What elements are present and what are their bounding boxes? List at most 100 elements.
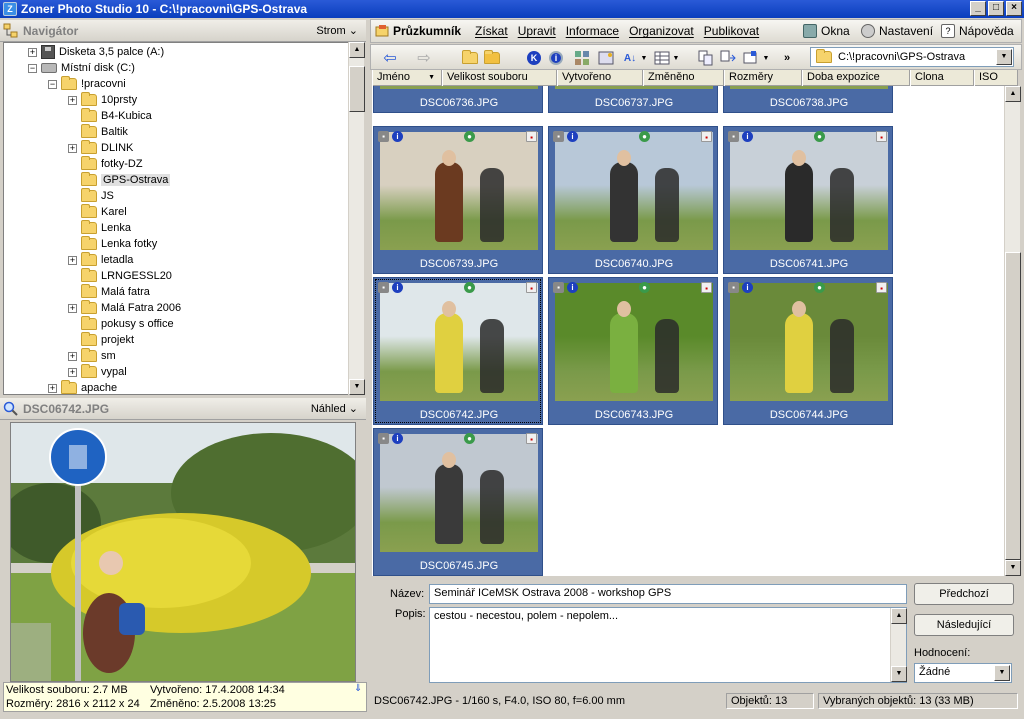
tree-scrollbar[interactable]: ▲ ▼: [348, 42, 365, 395]
scroll-thumb[interactable]: [349, 66, 365, 112]
collapse-icon[interactable]: −: [28, 63, 37, 73]
copy-to-icon[interactable]: [697, 49, 715, 67]
menu-edit[interactable]: Upravit: [518, 24, 556, 38]
thumbnail-scrollbar[interactable]: ▲ ▼: [1004, 86, 1021, 576]
tree-item[interactable]: Karel: [68, 204, 127, 220]
scroll-down-arrow-icon[interactable]: ▼: [1005, 560, 1021, 576]
menu-windows[interactable]: Okna: [803, 24, 850, 38]
toolbar-overflow-icon[interactable]: »: [781, 49, 793, 67]
tree-item[interactable]: projekt: [68, 332, 134, 348]
thumbnail-item[interactable]: ▪ i ● ▪ DSC06744.JPG: [723, 277, 893, 425]
tree-item[interactable]: + DLINK: [68, 140, 133, 156]
details-view-icon[interactable]: [597, 49, 615, 67]
menu-explorer[interactable]: Průzkumník: [375, 24, 461, 38]
rating-select[interactable]: Žádné ▼: [914, 663, 1012, 683]
description-field[interactable]: cestou - necestou, polem - nepolem... ▲ …: [429, 607, 907, 683]
column-iso[interactable]: ISO: [974, 70, 1018, 86]
tree-item[interactable]: + Disketa 3,5 palce (A:): [28, 44, 164, 60]
previous-button[interactable]: Předchozí: [914, 583, 1014, 605]
menu-help[interactable]: ? Nápověda: [941, 24, 1014, 38]
thumbnail-item[interactable]: ▪ i ● ▪ DSC06739.JPG: [373, 126, 543, 274]
tree-item[interactable]: +10prsty: [68, 92, 137, 108]
tree-item[interactable]: JS: [68, 188, 114, 204]
collapse-icon[interactable]: −: [48, 79, 57, 89]
column-name[interactable]: Jméno ▼: [372, 70, 442, 86]
tree-item[interactable]: + letadla: [68, 252, 133, 268]
description-scrollbar[interactable]: ▲ ▼: [890, 608, 907, 682]
navigator-mode-dropdown[interactable]: Strom ⌄: [316, 24, 358, 37]
tree-item[interactable]: Lenka: [68, 220, 131, 236]
forward-arrow-icon[interactable]: ⇨: [415, 49, 433, 67]
tree-item[interactable]: pokusy s office: [68, 316, 174, 332]
expand-info-icon[interactable]: ⇓: [354, 683, 362, 694]
next-button[interactable]: Následující: [914, 614, 1014, 636]
move-to-icon[interactable]: [719, 49, 737, 67]
menu-organize[interactable]: Organizovat: [629, 24, 694, 38]
scroll-up-arrow-icon[interactable]: ▲: [891, 608, 907, 624]
sort-dropdown-arrow-icon[interactable]: ▼: [639, 49, 649, 67]
maximize-button[interactable]: □: [988, 1, 1004, 16]
address-dropdown-arrow-icon[interactable]: ▼: [996, 49, 1012, 65]
menu-acquire[interactable]: Získat: [475, 24, 508, 38]
tree-item[interactable]: Lenka fotky: [68, 236, 157, 252]
sort-icon[interactable]: A↓: [621, 49, 639, 67]
scroll-thumb[interactable]: [1005, 252, 1021, 560]
tree-item[interactable]: Baltik: [68, 124, 128, 140]
column-file-size[interactable]: Velikost souboru: [442, 70, 557, 86]
thumbnail-grid[interactable]: ▪i●▪DSC06736.JPG▪i●▪DSC06737.JPG▪i●▪DSC0…: [372, 86, 1004, 576]
thumbnail-item[interactable]: ▪ i ● ▪ DSC06742.JPG: [373, 277, 543, 425]
tree-item[interactable]: fotky-DZ: [68, 156, 143, 172]
expand-icon[interactable]: +: [68, 303, 77, 313]
thumbnails-view-icon[interactable]: [573, 49, 591, 67]
column-aperture[interactable]: Clona: [910, 70, 974, 86]
expand-icon[interactable]: +: [68, 95, 77, 105]
chevron-down-icon[interactable]: ▼: [994, 665, 1010, 681]
menu-settings[interactable]: Nastavení: [861, 24, 933, 38]
batch-dropdown-arrow-icon[interactable]: ▼: [761, 49, 771, 67]
thumbnail-item[interactable]: ▪i●▪DSC06738.JPG: [723, 86, 893, 113]
thumbnail-item[interactable]: ▪ i ● ▪ DSC06740.JPG: [548, 126, 718, 274]
tree-item[interactable]: LRNGESSL20: [68, 268, 172, 284]
column-exposure[interactable]: Doba expozice: [802, 70, 910, 86]
name-field[interactable]: Seminář ICeMSK Ostrava 2008 - workshop G…: [429, 584, 907, 604]
favorites-folder-icon[interactable]: [483, 49, 501, 67]
expand-icon[interactable]: +: [68, 351, 77, 361]
back-arrow-icon[interactable]: ⇦: [381, 49, 399, 67]
batch-icon[interactable]: [741, 49, 759, 67]
address-bar[interactable]: C:\!pracovni\GPS-Ostrava ▼: [810, 47, 1014, 67]
info-icon[interactable]: i: [549, 51, 563, 65]
tree-item[interactable]: Malá fatra: [68, 284, 150, 300]
column-dimensions[interactable]: Rozměry: [724, 70, 802, 86]
tree-item[interactable]: + sm: [68, 348, 116, 364]
columns-view-icon[interactable]: [653, 49, 671, 67]
tree-item[interactable]: + Malá Fatra 2006: [68, 300, 181, 316]
expand-icon[interactable]: +: [68, 255, 77, 265]
scroll-down-arrow-icon[interactable]: ▼: [349, 379, 365, 395]
tree-item[interactable]: + apache: [48, 380, 117, 394]
tree-item[interactable]: + vypal: [68, 364, 127, 380]
thumbnail-item[interactable]: ▪ i ● ▪ DSC06741.JPG: [723, 126, 893, 274]
minimize-button[interactable]: _: [970, 1, 986, 16]
thumbnail-item[interactable]: ▪ i ● ▪ DSC06743.JPG: [548, 277, 718, 425]
menu-information[interactable]: Informace: [566, 24, 619, 38]
column-modified[interactable]: Změněno: [643, 70, 724, 86]
tree-item[interactable]: B4-Kubica: [68, 108, 152, 124]
thumbnail-item[interactable]: ▪i●▪DSC06736.JPG: [373, 86, 543, 113]
expand-icon[interactable]: +: [28, 47, 37, 57]
column-created[interactable]: Vytvořeno: [557, 70, 643, 86]
expand-icon[interactable]: +: [48, 383, 57, 393]
scroll-up-arrow-icon[interactable]: ▲: [1005, 86, 1021, 102]
tree-item[interactable]: GPS-Ostrava: [68, 172, 171, 188]
scroll-up-arrow-icon[interactable]: ▲: [349, 42, 365, 58]
view-dropdown-arrow-icon[interactable]: ▼: [671, 49, 681, 67]
folder-up-icon[interactable]: [461, 49, 479, 67]
menu-publish[interactable]: Publikovat: [704, 24, 759, 38]
folder-tree[interactable]: + Disketa 3,5 palce (A:) − Místní disk (C:)…: [3, 42, 349, 395]
keywords-icon[interactable]: K: [527, 51, 541, 65]
scroll-down-arrow-icon[interactable]: ▼: [891, 666, 907, 682]
thumbnail-item[interactable]: ▪ i ● ▪ DSC06745.JPG: [373, 428, 543, 576]
close-button[interactable]: ×: [1006, 1, 1022, 16]
preview-mode-dropdown[interactable]: Náhled ⌄: [311, 402, 358, 415]
expand-icon[interactable]: +: [68, 367, 77, 377]
expand-icon[interactable]: +: [68, 143, 77, 153]
